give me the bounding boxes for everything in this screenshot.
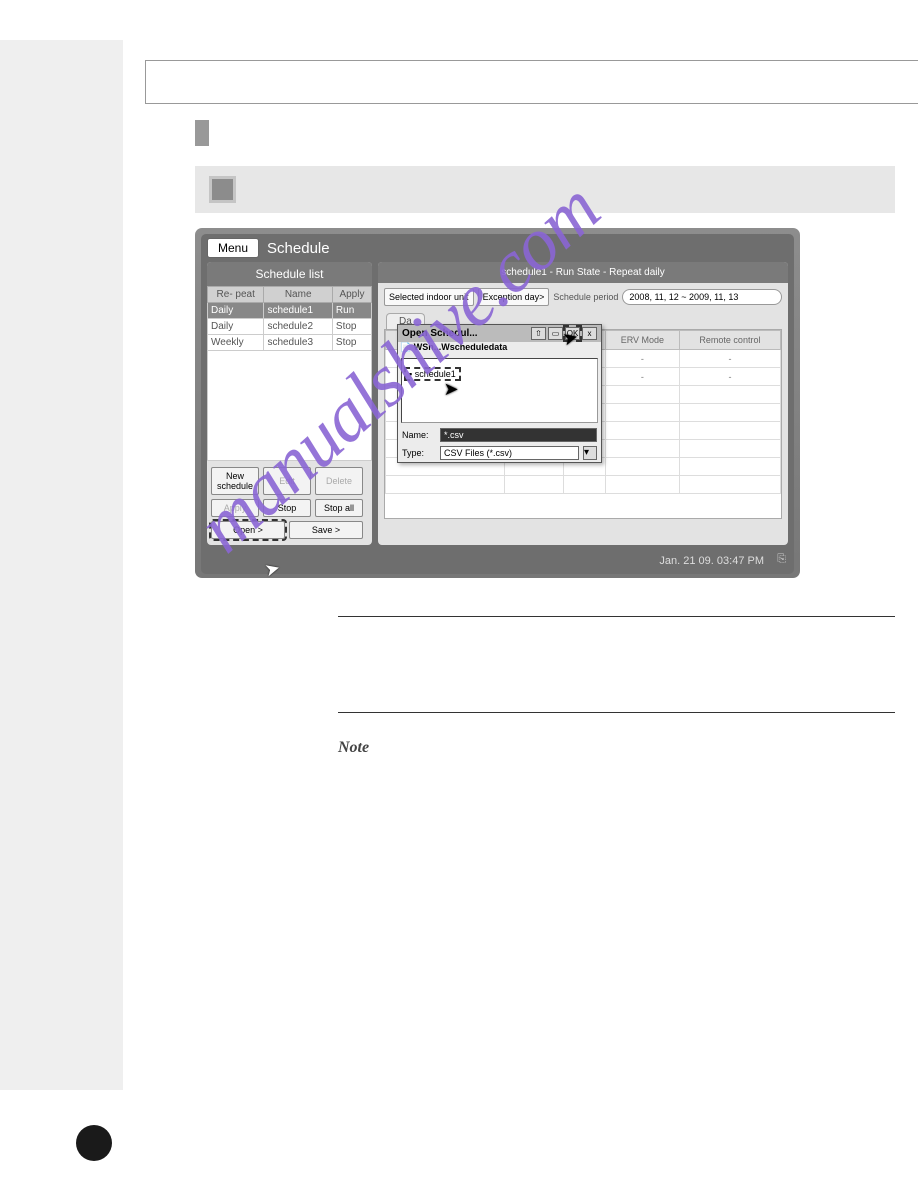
app-header: Menu Schedule xyxy=(201,234,794,262)
divider xyxy=(338,616,895,617)
content: Menu Schedule Schedule list Re- peat Nam… xyxy=(195,120,895,757)
screenshot-panel: Menu Schedule Schedule list Re- peat Nam… xyxy=(195,228,800,578)
table-row[interactable]: Daily schedule2 Stop xyxy=(208,319,372,335)
stop-button[interactable]: Stop xyxy=(263,499,311,517)
apply-button[interactable]: Apply xyxy=(211,499,259,517)
ok-button[interactable]: OK xyxy=(565,327,580,340)
note-label: Note xyxy=(338,739,895,757)
period-label: Schedule period xyxy=(553,293,618,302)
close-button[interactable]: x xyxy=(582,327,597,340)
top-title-frame xyxy=(145,60,918,104)
schedule-list-table: Re- peat Name Apply Daily schedule1 Run … xyxy=(207,286,372,351)
list-empty-area xyxy=(207,351,372,461)
exception-day-button[interactable]: Exception day> xyxy=(478,288,550,306)
detail-controls: Selected indoor unit Exception day> Sche… xyxy=(378,283,788,311)
dialog-path: 📄 WSn...Wscheduledata xyxy=(398,342,601,355)
dialog-title: Open Schedul... xyxy=(402,328,529,339)
open-schedule-dialog: Open Schedul... ⇧ ▭ OK x 📄 WSn...Wschedu… xyxy=(397,324,602,463)
selected-indoor-unit-button[interactable]: Selected indoor unit xyxy=(384,288,474,306)
col-repeat: Re- peat xyxy=(208,287,264,303)
left-margin-strip xyxy=(0,40,123,1090)
instruction-area: Note xyxy=(195,616,895,757)
dropdown-icon[interactable]: ▾ xyxy=(583,446,597,460)
divider xyxy=(338,712,895,713)
schedule-list-header: Schedule list xyxy=(207,262,372,286)
type-label: Type: xyxy=(402,448,436,458)
col-name: Name xyxy=(264,287,332,303)
period-value[interactable]: 2008, 11, 12 ~ 2009, 11, 13 xyxy=(622,289,782,305)
name-input[interactable]: *.csv xyxy=(440,428,597,442)
detail-table-wrap: Mode ERV Mode Remote control -- -- xyxy=(384,329,782,519)
type-select[interactable]: CSV Files (*.csv) xyxy=(440,446,579,460)
step-bar xyxy=(195,166,895,213)
section-marker xyxy=(195,120,209,146)
status-icon: ⎘ xyxy=(777,553,786,566)
schedule-detail-pane: schedule1 - Run State - Repeat daily Sel… xyxy=(378,262,788,545)
edit-button[interactable]: Edit xyxy=(263,467,311,495)
step-number-box xyxy=(209,176,236,203)
col-remote: Remote control xyxy=(679,331,780,350)
col-apply: Apply xyxy=(332,287,371,303)
cursor-icon: ➤ xyxy=(444,379,459,399)
dialog-file-list[interactable]: ▪ schedule1 ➤ xyxy=(401,358,598,423)
status-bar: Jan. 21 09. 03:47 PM ⎘ xyxy=(201,551,794,574)
new-folder-icon[interactable]: ▭ xyxy=(548,327,563,340)
app-title: Schedule xyxy=(267,240,330,257)
menu-button[interactable]: Menu xyxy=(207,238,259,258)
open-button[interactable]: Open > xyxy=(211,521,285,539)
save-button[interactable]: Save > xyxy=(289,521,363,539)
table-row[interactable]: Weekly schedule3 Stop xyxy=(208,335,372,351)
detail-header: schedule1 - Run State - Repeat daily xyxy=(378,262,788,283)
new-schedule-button[interactable]: New schedule xyxy=(211,467,259,495)
table-row[interactable]: Daily schedule1 Run xyxy=(208,303,372,319)
schedule-buttons: New schedule Edit Delete Apply Stop Stop… xyxy=(207,461,372,545)
schedule-list-pane: Schedule list Re- peat Name Apply Daily … xyxy=(207,262,372,545)
delete-button[interactable]: Delete xyxy=(315,467,363,495)
status-timestamp: Jan. 21 09. 03:47 PM xyxy=(659,555,764,567)
name-label: Name: xyxy=(402,430,436,440)
col-erv-mode: ERV Mode xyxy=(605,331,679,350)
stopall-button[interactable]: Stop all xyxy=(315,499,363,517)
table-row xyxy=(386,476,781,494)
file-item[interactable]: ▪ schedule1 xyxy=(404,367,461,381)
up-folder-icon[interactable]: ⇧ xyxy=(531,327,546,340)
dialog-titlebar[interactable]: Open Schedul... ⇧ ▭ OK x xyxy=(398,325,601,342)
page-number-dot xyxy=(76,1125,112,1161)
